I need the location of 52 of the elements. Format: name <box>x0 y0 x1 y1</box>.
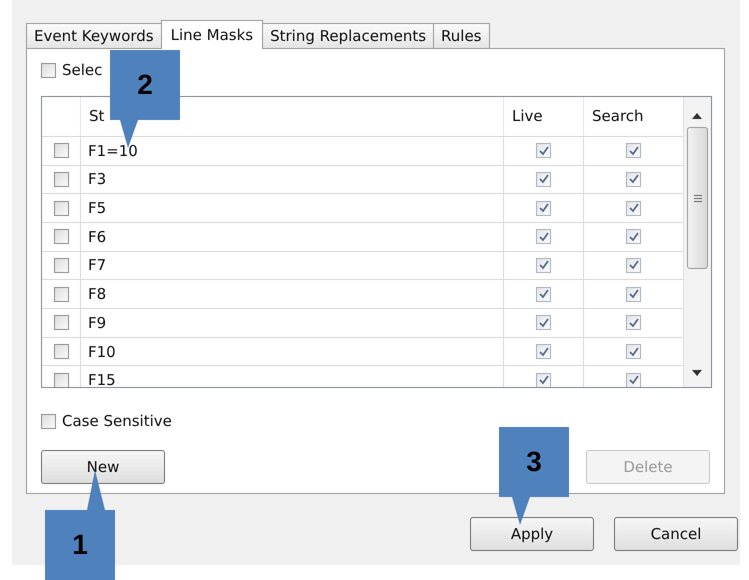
table-cell: F8 <box>80 280 503 308</box>
checkbox[interactable] <box>626 315 641 330</box>
checkbox[interactable] <box>54 143 68 158</box>
checkbox[interactable] <box>536 200 551 216</box>
scrollbar-thumb[interactable] <box>687 127 708 269</box>
checkbox[interactable] <box>54 172 68 187</box>
checkbox[interactable] <box>54 286 68 302</box>
table-cell: F9 <box>80 308 503 337</box>
checkbox[interactable] <box>54 315 68 330</box>
checkbox-label: Case Sensitive <box>62 412 172 430</box>
checkbox[interactable] <box>54 200 68 216</box>
table-cell: F10 <box>80 338 503 366</box>
tab[interactable]: Line Masks <box>160 20 264 49</box>
column-header: Search <box>592 107 644 126</box>
column-header: St <box>89 107 104 126</box>
checkbox[interactable] <box>536 172 551 187</box>
checkbox[interactable] <box>536 372 551 387</box>
checkbox-label: Selec <box>62 61 102 79</box>
checkbox[interactable] <box>536 143 551 158</box>
cancel-button[interactable]: Cancel <box>614 517 738 551</box>
checkbox[interactable] <box>54 258 68 273</box>
checkbox[interactable] <box>626 258 641 273</box>
tab[interactable]: Event Keywords <box>26 23 162 48</box>
checkbox[interactable] <box>54 344 68 360</box>
column-header: Live <box>512 107 543 126</box>
checkbox[interactable] <box>41 62 56 78</box>
checkbox[interactable] <box>41 414 56 428</box>
tab[interactable]: Rules <box>433 23 490 48</box>
checkbox[interactable] <box>536 286 551 302</box>
apply-button[interactable]: Apply <box>470 517 594 551</box>
checkbox[interactable] <box>626 372 641 387</box>
checkbox[interactable] <box>626 344 641 360</box>
table-cell: F5 <box>80 194 503 222</box>
tab[interactable]: String Replacements <box>262 23 434 48</box>
checkbox[interactable] <box>536 229 551 244</box>
checkbox[interactable] <box>626 229 641 244</box>
table-cell: F15 <box>80 366 503 387</box>
table-cell: F6 <box>80 222 503 251</box>
checkbox[interactable] <box>536 315 551 330</box>
checkbox[interactable] <box>536 344 551 360</box>
checkbox[interactable] <box>626 172 641 187</box>
checkbox[interactable] <box>536 258 551 273</box>
checkbox[interactable] <box>626 200 641 216</box>
table-cell: F7 <box>80 252 503 280</box>
checkbox[interactable] <box>54 372 68 387</box>
scroll-up-icon[interactable] <box>692 113 702 119</box>
table-cell: F3 <box>80 166 503 194</box>
new-button[interactable]: New <box>41 450 165 484</box>
checkbox[interactable] <box>626 143 641 158</box>
checkbox[interactable] <box>626 286 641 302</box>
checkbox[interactable] <box>54 229 68 244</box>
scroll-down-icon[interactable] <box>692 370 702 376</box>
